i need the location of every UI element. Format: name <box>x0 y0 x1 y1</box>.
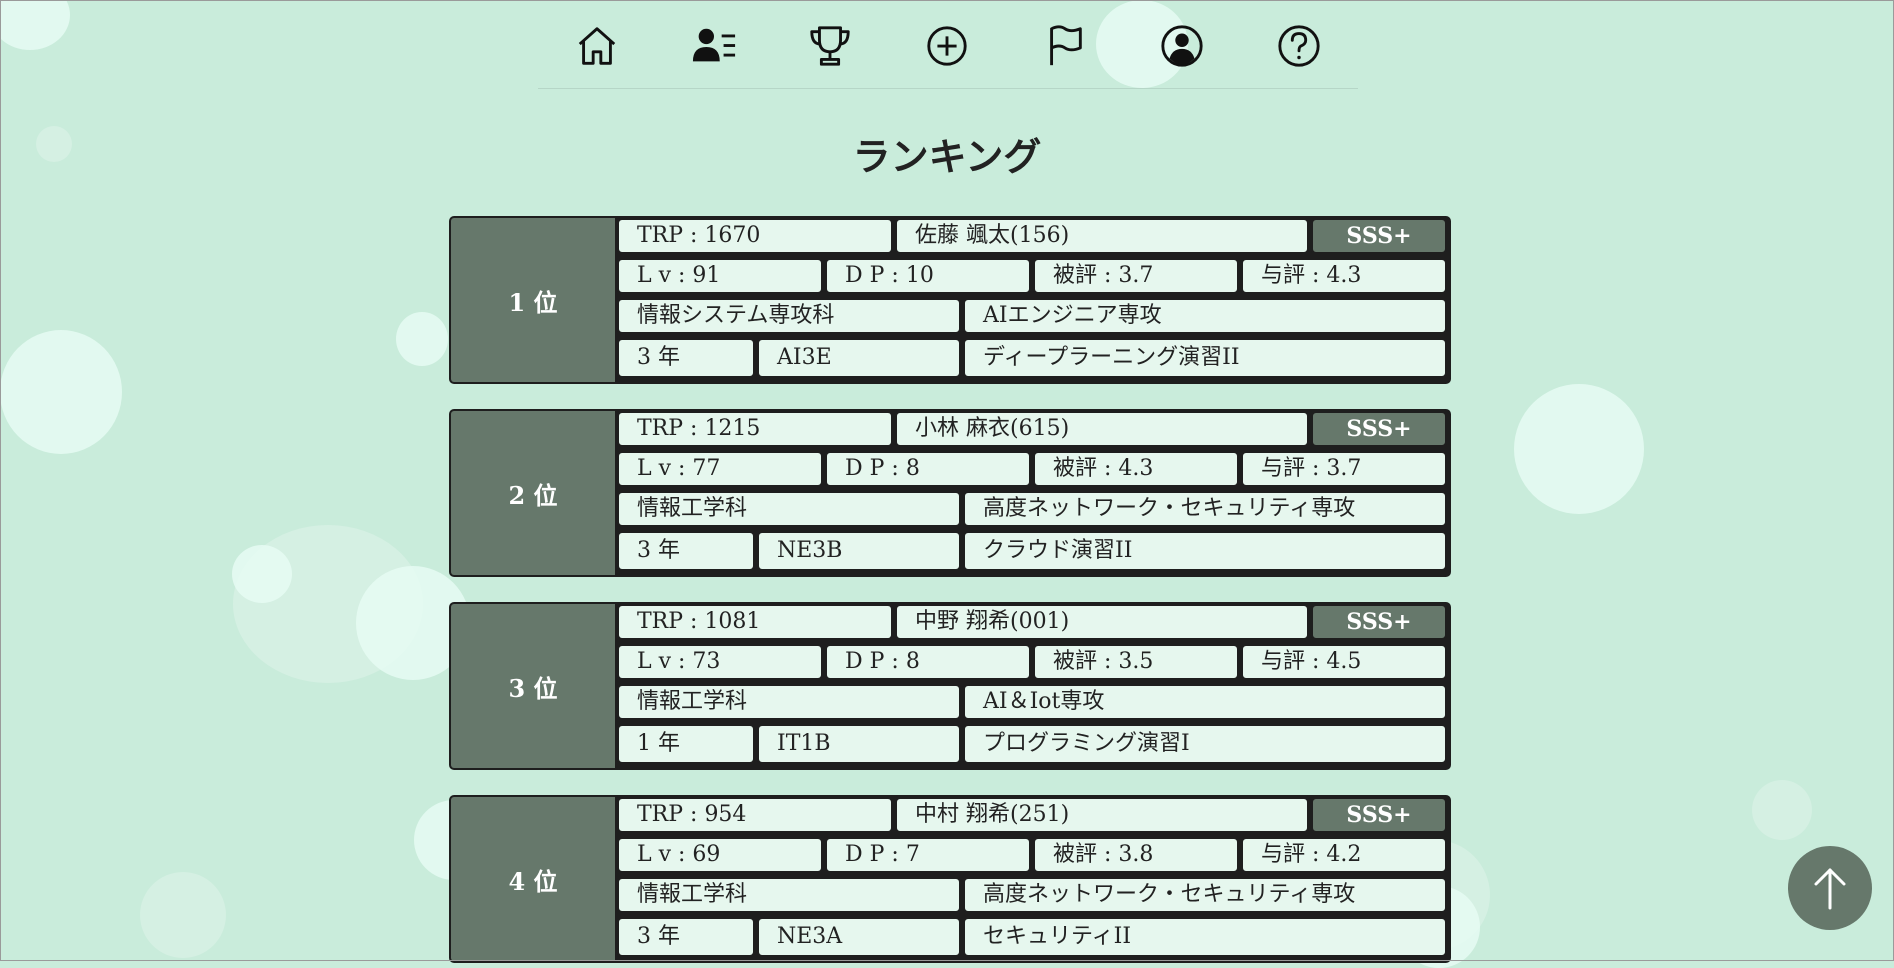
department-cell: 情報工学科 <box>617 877 961 913</box>
received-rating-cell: 被評 : 3.8 <box>1033 837 1239 873</box>
rank-label: 3 位 <box>451 604 617 768</box>
background-bubble <box>140 872 226 958</box>
trp-cell: TRP : 1670 <box>617 218 893 254</box>
class-cell: NE3B <box>757 531 961 571</box>
class-cell: AI3E <box>757 338 961 378</box>
subject-cell: セキュリティII <box>963 917 1447 957</box>
dp-cell: D P : 8 <box>825 451 1031 487</box>
class-cell: IT1B <box>757 724 961 764</box>
page-title: ランキング <box>852 135 1042 179</box>
nav-trophy-button[interactable] <box>802 18 858 74</box>
help-circle-icon <box>1278 25 1320 67</box>
given-rating-cell: 与評 : 3.7 <box>1241 451 1447 487</box>
background-bubble <box>233 525 423 683</box>
major-cell: 高度ネットワーク・セキュリティ専攻 <box>963 877 1447 913</box>
account-circle-icon <box>1161 25 1203 67</box>
user-list-icon <box>692 28 736 62</box>
background-bubble <box>0 330 122 454</box>
plus-circle-icon <box>927 26 967 66</box>
grade-badge: SSS+ <box>1311 218 1447 254</box>
rank-label: 1 位 <box>451 218 617 382</box>
home-icon <box>578 27 616 65</box>
name-cell: 中村 翔希(251) <box>895 797 1309 833</box>
dp-cell: D P : 8 <box>825 644 1031 680</box>
flag-icon <box>1050 25 1082 66</box>
ranking-card[interactable]: 4 位 TRP : 954 中村 翔希(251) SSS+ L v : 69 D… <box>449 795 1451 963</box>
major-cell: AIエンジニア専攻 <box>963 298 1447 334</box>
grade-badge: SSS+ <box>1311 604 1447 640</box>
given-rating-cell: 与評 : 4.3 <box>1241 258 1447 294</box>
grade-badge: SSS+ <box>1311 411 1447 447</box>
given-rating-cell: 与評 : 4.5 <box>1241 644 1447 680</box>
background-bubble <box>1514 384 1644 514</box>
name-cell: 中野 翔希(001) <box>895 604 1309 640</box>
received-rating-cell: 被評 : 3.7 <box>1033 258 1239 294</box>
year-cell: 3 年 <box>617 917 755 957</box>
nav-help-button[interactable] <box>1271 18 1327 74</box>
year-cell: 3 年 <box>617 531 755 571</box>
nav-home-button[interactable] <box>569 18 625 74</box>
department-cell: 情報工学科 <box>617 684 961 720</box>
subject-cell: プログラミング演習I <box>963 724 1447 764</box>
year-cell: 1 年 <box>617 724 755 764</box>
nav-flag-button[interactable] <box>1037 18 1093 74</box>
received-rating-cell: 被評 : 4.3 <box>1033 451 1239 487</box>
major-cell: AI＆Iot専攻 <box>963 684 1447 720</box>
dp-cell: D P : 7 <box>825 837 1031 873</box>
name-cell: 佐藤 颯太(156) <box>895 218 1309 254</box>
background-bubble <box>232 545 292 603</box>
year-cell: 3 年 <box>617 338 755 378</box>
grade-badge: SSS+ <box>1311 797 1447 833</box>
received-rating-cell: 被評 : 3.5 <box>1033 644 1239 680</box>
ranking-card[interactable]: 3 位 TRP : 1081 中野 翔希(001) SSS+ L v : 73 … <box>449 602 1451 770</box>
major-cell: 高度ネットワーク・セキュリティ専攻 <box>963 491 1447 527</box>
top-navigation <box>0 18 1894 74</box>
level-cell: L v : 73 <box>617 644 823 680</box>
rank-label: 2 位 <box>451 411 617 575</box>
background-bubble <box>396 312 448 366</box>
arrow-up-icon <box>1814 868 1846 910</box>
nav-account-button[interactable] <box>1154 18 1210 74</box>
ranking-card[interactable]: 2 位 TRP : 1215 小林 麻衣(615) SSS+ L v : 77 … <box>449 409 1451 577</box>
background-bubble <box>1752 780 1812 840</box>
class-cell: NE3A <box>757 917 961 957</box>
department-cell: 情報工学科 <box>617 491 961 527</box>
scroll-to-top-button[interactable] <box>1788 846 1872 930</box>
level-cell: L v : 77 <box>617 451 823 487</box>
nav-add-button[interactable] <box>919 18 975 74</box>
level-cell: L v : 69 <box>617 837 823 873</box>
trophy-icon <box>810 26 850 66</box>
ranking-card[interactable]: 1 位 TRP : 1670 佐藤 颯太(156) SSS+ L v : 91 … <box>449 216 1451 384</box>
level-cell: L v : 91 <box>617 258 823 294</box>
nav-user-list-button[interactable] <box>686 18 742 74</box>
subject-cell: ディープラーニング演習II <box>963 338 1447 378</box>
given-rating-cell: 与評 : 4.2 <box>1241 837 1447 873</box>
nav-divider <box>538 88 1358 89</box>
subject-cell: クラウド演習II <box>963 531 1447 571</box>
dp-cell: D P : 10 <box>825 258 1031 294</box>
trp-cell: TRP : 1081 <box>617 604 893 640</box>
trp-cell: TRP : 954 <box>617 797 893 833</box>
name-cell: 小林 麻衣(615) <box>895 411 1309 447</box>
trp-cell: TRP : 1215 <box>617 411 893 447</box>
rank-label: 4 位 <box>451 797 617 961</box>
department-cell: 情報システム専攻科 <box>617 298 961 334</box>
